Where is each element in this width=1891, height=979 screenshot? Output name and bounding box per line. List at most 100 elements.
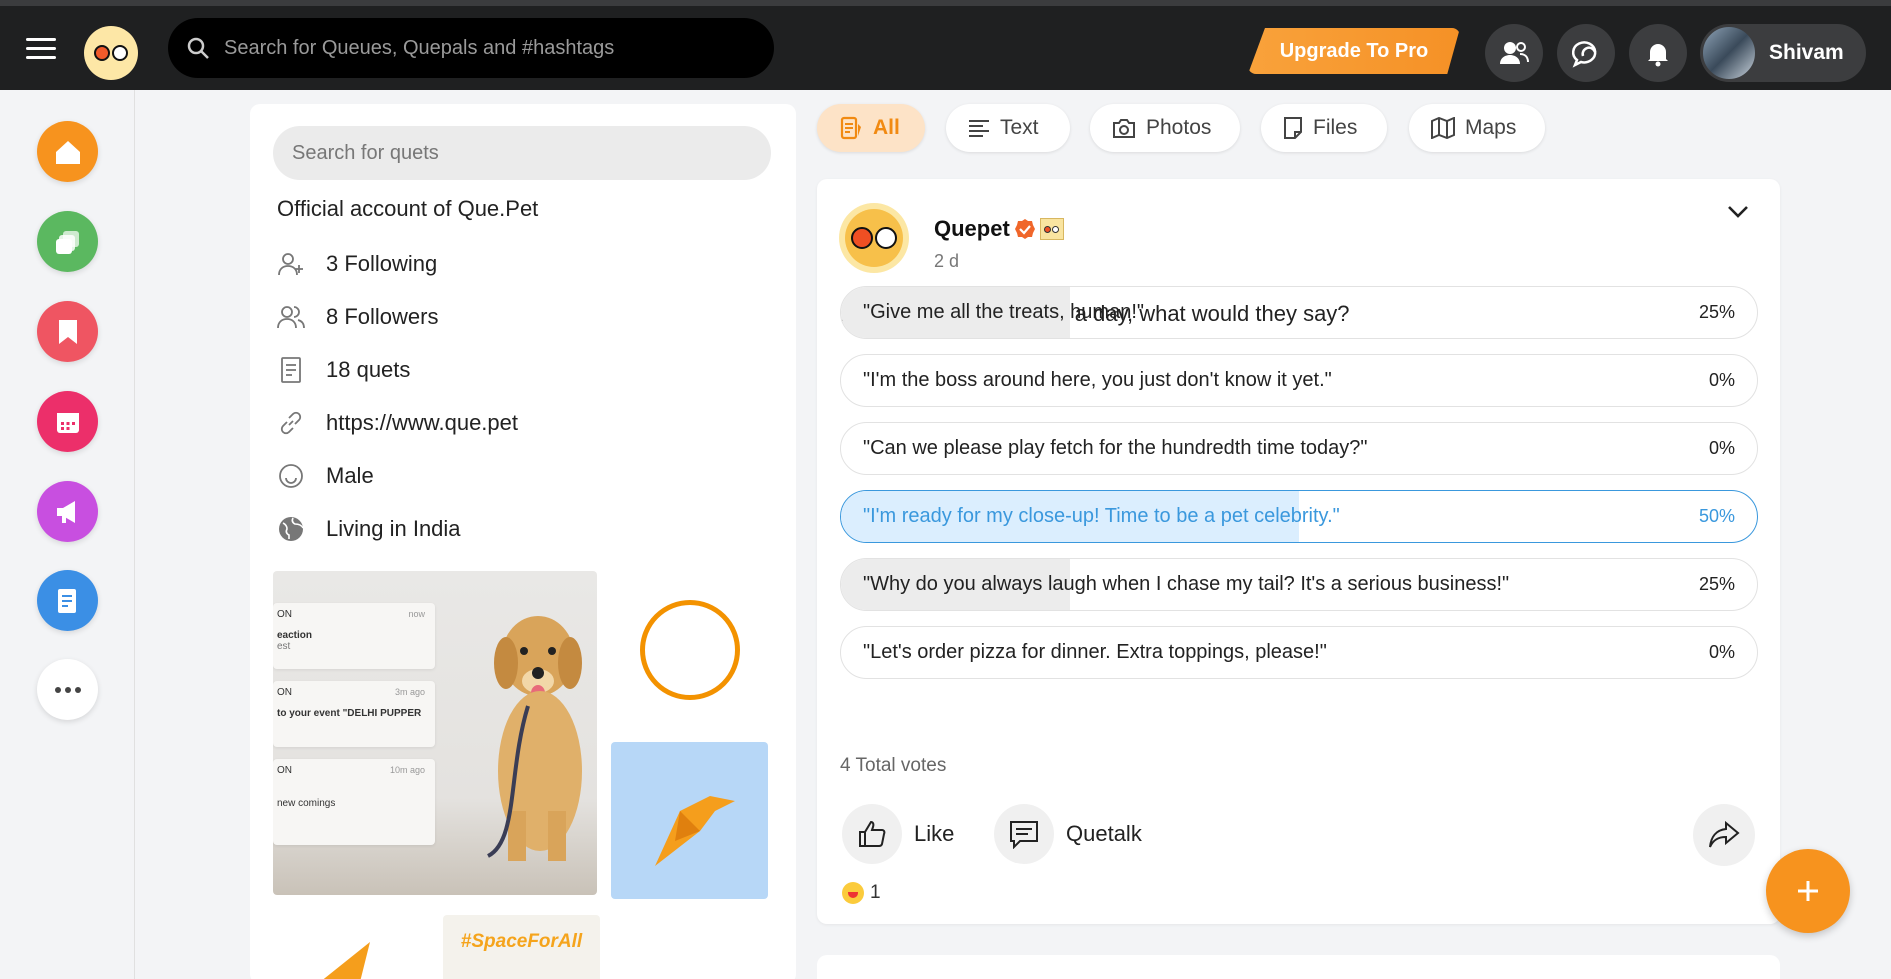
next-post-card [817,955,1780,979]
plus-icon [1798,881,1818,901]
poll-option-text: "Give me all the treats, human!" [863,301,1144,323]
filter-files[interactable]: Files [1261,104,1387,152]
top-bar: Upgrade To Pro Shivam [0,0,1891,90]
filter-text[interactable]: Text [946,104,1070,152]
user-name: Shivam [1769,41,1844,64]
rail-queues[interactable] [37,211,98,272]
document-icon [281,357,301,383]
rail-more[interactable] [37,659,98,720]
post-author-avatar[interactable] [839,203,909,273]
poll-option[interactable]: "Give me all the treats, human!" 25% [840,286,1758,339]
gender-value: Male [326,463,374,488]
rail-news[interactable] [37,570,98,631]
rail-announcements[interactable] [37,481,98,542]
map-icon [1431,117,1455,139]
calendar-icon [56,412,79,433]
poll-option[interactable]: "Why do you always laugh when I chase my… [840,558,1758,611]
poll-option-text: "Why do you always laugh when I chase my… [863,573,1510,595]
thumbs-up-icon [859,820,886,847]
location-value: Living in India [326,516,461,541]
filter-photos[interactable]: Photos [1090,104,1240,152]
messages-button[interactable] [1557,24,1615,82]
quets-row[interactable]: 18 quets [276,355,410,385]
megaphone-icon [56,500,75,523]
add-user-icon [278,253,303,276]
media-thumb-spaceforall[interactable]: #SpaceForAll [443,915,600,979]
poll-post-card: Quepet 2 d If your pet could talk for a … [817,179,1780,924]
poll-option-text: "I'm ready for my close-up! Time to be a… [863,505,1340,527]
location-row: Living in India [276,514,461,544]
bookmark-icon [58,319,77,344]
bell-icon [1648,44,1668,67]
verified-badge-icon [1014,219,1035,239]
poll-option-percent: 0% [1708,438,1735,458]
dog-illustration [486,616,582,861]
media-thumb-shard[interactable] [320,942,400,979]
filter-maps[interactable]: Maps [1409,104,1545,152]
poll-option[interactable]: "Can we please play fetch for the hundre… [840,422,1758,475]
rail-home[interactable] [37,121,98,182]
stack-icon [55,230,79,254]
poll-option-percent: 25% [1698,574,1735,594]
share-button[interactable] [1693,804,1755,866]
link-icon [280,411,302,435]
people-icon [1500,42,1529,64]
poll-option-text: "I'm the boss around here, you just don'… [863,369,1332,391]
more-dots-icon [54,686,81,693]
global-search-input[interactable] [224,36,744,60]
file-icon [1284,117,1302,139]
post-timestamp: 2 d [934,251,960,271]
notification-preview: ON now eaction est [273,603,435,669]
filter-files-label: Files [1313,116,1358,139]
notifications-button[interactable] [1629,24,1687,82]
poll-option[interactable]: "Let's order pizza for dinner. Extra top… [840,626,1758,679]
like-button[interactable]: Like [842,804,954,864]
rail-events[interactable] [37,391,98,452]
poll-option-percent: 0% [1708,370,1735,390]
poll-option[interactable]: "I'm the boss around here, you just don'… [840,354,1758,407]
chevron-down-icon[interactable] [1727,205,1749,219]
chat-icon [1572,41,1597,68]
reaction-summary[interactable]: 1 [842,882,881,904]
all-posts-icon [840,116,861,140]
search-icon [187,37,209,59]
website-link[interactable]: https://www.que.pet [326,410,518,436]
post-author-name: Quepet [934,216,1010,241]
poll-option-percent: 50% [1698,506,1735,526]
create-post-button[interactable] [1766,849,1850,933]
followers-count: 8 Followers [326,304,439,329]
filter-photos-label: Photos [1146,116,1212,139]
reaction-count: 1 [870,882,881,903]
menu-icon[interactable] [26,38,56,60]
media-thumb-ring[interactable] [611,571,768,728]
filter-maps-label: Maps [1465,116,1517,139]
poll-option[interactable]: "I'm ready for my close-up! Time to be a… [840,490,1758,543]
shard-icon [323,942,370,979]
quetalk-button[interactable]: Quetalk [994,804,1142,864]
profile-bio: Official account of Que.Pet [277,196,539,221]
quepals-button[interactable] [1485,24,1543,82]
user-profile-menu[interactable]: Shivam [1700,24,1866,82]
media-thumb-dog[interactable]: ON now eaction est ON 3m ago to your eve… [273,571,597,895]
following-row[interactable]: 3 Following [276,249,437,279]
camera-icon [1113,119,1135,138]
media-thumb-bird[interactable] [611,742,768,899]
website-row[interactable]: https://www.que.pet [276,408,518,438]
like-label: Like [914,821,955,846]
app-logo[interactable] [84,26,138,80]
followers-row[interactable]: 8 Followers [276,302,438,332]
rail-bookmarks[interactable] [37,301,98,362]
home-icon [55,140,80,164]
total-votes: 4 Total votes [840,755,947,776]
avatar [1701,25,1757,81]
global-search [168,18,774,78]
quetalk-label: Quetalk [1066,821,1142,846]
upgrade-button[interactable]: Upgrade To Pro [1248,28,1460,74]
filter-all[interactable]: All [817,104,925,152]
filter-text-label: Text [1000,116,1039,139]
quets-search [273,126,771,180]
share-arrow-icon [1709,821,1740,848]
quets-search-input[interactable] [292,141,752,165]
post-author[interactable]: Quepet [934,216,1064,242]
poll-option-percent: 0% [1708,642,1735,662]
